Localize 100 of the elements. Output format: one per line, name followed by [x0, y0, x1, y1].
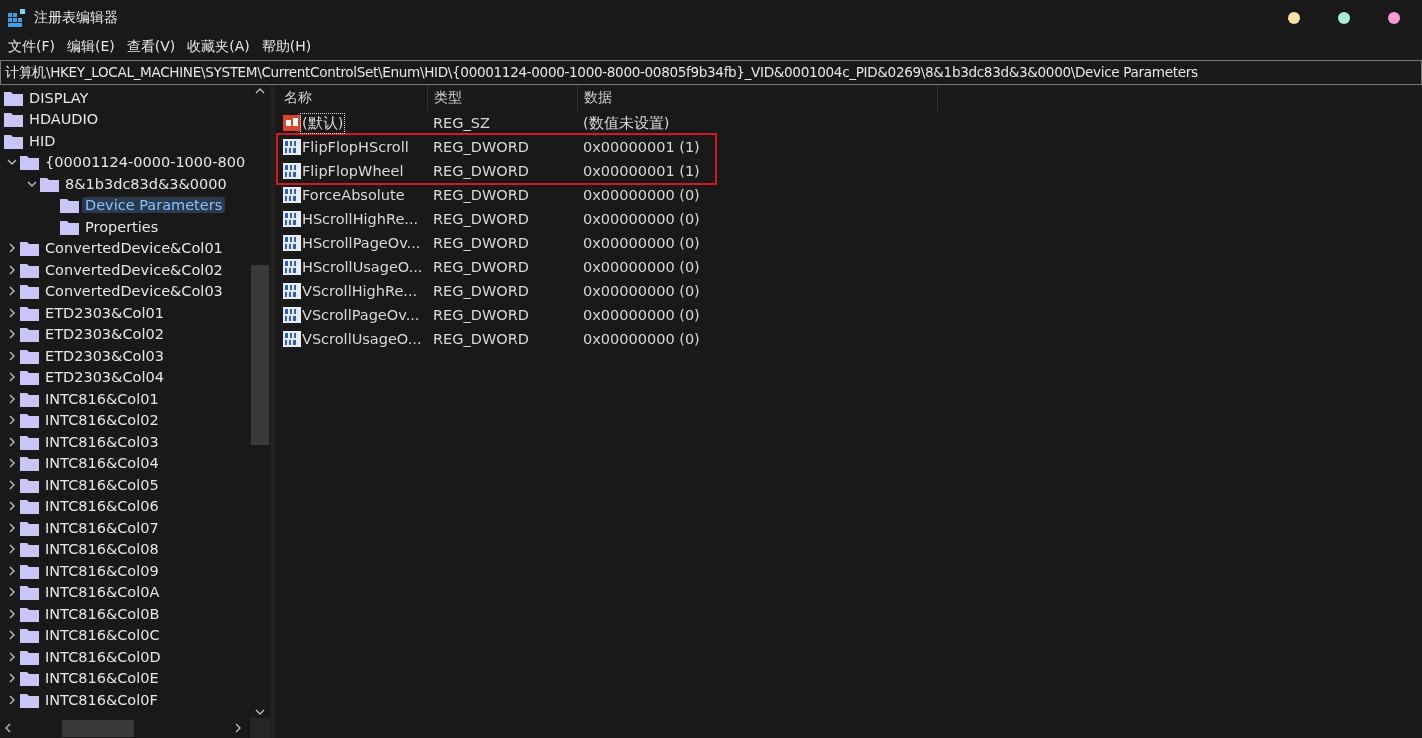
- value-data: (数值未设置): [583, 113, 671, 133]
- tree-item[interactable]: INTC816&Col0A: [42, 584, 163, 601]
- chevron-right-icon[interactable]: [7, 415, 17, 426]
- value-name[interactable]: FlipFlopWheel: [301, 163, 405, 179]
- chevron-right-icon[interactable]: [7, 436, 17, 447]
- column-header[interactable]: 名称: [278, 85, 428, 111]
- chevron-right-icon[interactable]: [7, 565, 17, 576]
- tree-item[interactable]: INTC816&Col0B: [42, 605, 163, 622]
- chevron-right-icon[interactable]: [7, 651, 17, 662]
- tree-item[interactable]: DISPLAY: [26, 89, 92, 106]
- tree-item[interactable]: INTC816&Col0E: [42, 670, 162, 687]
- tree-item[interactable]: INTC816&Col09: [42, 562, 162, 579]
- tree-item[interactable]: INTC816&Col03: [42, 433, 162, 450]
- tree-item[interactable]: ETD2303&Col02: [42, 326, 167, 343]
- menu-item[interactable]: 文件(F): [2, 37, 61, 56]
- window-control-dot[interactable]: [1388, 11, 1400, 24]
- chevron-right-icon[interactable]: [7, 608, 17, 619]
- chevron-right-icon[interactable]: [7, 243, 17, 254]
- chevron-right-icon[interactable]: [7, 587, 17, 598]
- tree-item[interactable]: {00001124-0000-1000-800: [42, 154, 249, 171]
- chevron-right-icon[interactable]: [7, 372, 17, 383]
- value-data: 0x00000001 (1): [583, 163, 701, 179]
- scroll-up-icon[interactable]: [255, 87, 265, 95]
- chevron-right-icon[interactable]: [7, 501, 17, 512]
- chevron-right-icon[interactable]: [7, 350, 17, 361]
- tree-item[interactable]: HID: [26, 132, 59, 149]
- folder-icon: [40, 175, 59, 192]
- chevron-right-icon[interactable]: [7, 307, 17, 318]
- tree-item[interactable]: ETD2303&Col04: [42, 369, 167, 386]
- value-name[interactable]: HScrollPageOv...: [301, 235, 422, 251]
- folder-icon: [20, 390, 39, 407]
- tree-item[interactable]: INTC816&Col01: [42, 390, 162, 407]
- chevron-right-icon[interactable]: [7, 694, 17, 705]
- chevron-right-icon[interactable]: [7, 264, 17, 275]
- menu-item[interactable]: 编辑(E): [61, 37, 121, 56]
- scrollbar-thumb[interactable]: [62, 719, 134, 737]
- value-name[interactable]: VScrollPageOv...: [301, 307, 421, 323]
- scrollbar-thumb[interactable]: [251, 265, 269, 445]
- chevron-right-icon[interactable]: [7, 630, 17, 641]
- tree-item[interactable]: 8&1b3dc83d&3&0000: [62, 175, 230, 192]
- folder-icon: [20, 283, 39, 300]
- tree-item[interactable]: ConvertedDevice&Col02: [42, 261, 226, 278]
- value-data: 0x00000000 (0): [583, 259, 701, 275]
- scroll-left-icon[interactable]: [4, 723, 12, 733]
- tree-item[interactable]: INTC816&Col04: [42, 455, 162, 472]
- tree-item[interactable]: INTC816&Col05: [42, 476, 162, 493]
- folder-icon: [60, 197, 79, 214]
- chevron-right-icon[interactable]: [7, 522, 17, 533]
- tree-item[interactable]: ETD2303&Col01: [42, 304, 167, 321]
- app-icon: [8, 8, 26, 27]
- scroll-down-icon[interactable]: [255, 708, 265, 716]
- tree-item[interactable]: INTC816&Col08: [42, 541, 162, 558]
- value-type: REG_DWORD: [433, 139, 530, 155]
- tree-item[interactable]: Device Parameters: [82, 197, 226, 214]
- folder-icon: [20, 154, 39, 171]
- scroll-right-icon[interactable]: [234, 723, 242, 733]
- window-title: 注册表编辑器: [34, 8, 119, 27]
- folder-icon: [20, 605, 39, 622]
- value-name[interactable]: FlipFlopHScroll: [301, 139, 410, 155]
- menu-item[interactable]: 查看(V): [120, 37, 182, 56]
- tree-item[interactable]: INTC816&Col06: [42, 498, 162, 515]
- window-control-dot[interactable]: [1288, 11, 1300, 24]
- value-name[interactable]: VScrollUsageO...: [301, 331, 423, 347]
- folder-icon: [20, 326, 39, 343]
- tree-item[interactable]: Properties: [82, 218, 162, 235]
- folder-icon: [20, 347, 39, 364]
- chevron-right-icon[interactable]: [7, 286, 17, 297]
- binary-value-icon: [283, 186, 301, 204]
- tree-item[interactable]: INTC816&Col02: [42, 412, 162, 429]
- folder-icon: [60, 218, 79, 235]
- tree-item[interactable]: ConvertedDevice&Col03: [42, 283, 226, 300]
- tree-item[interactable]: INTC816&Col07: [42, 519, 162, 536]
- value-data: 0x00000000 (0): [583, 283, 701, 299]
- folder-icon: [20, 369, 39, 386]
- chevron-right-icon[interactable]: [7, 479, 17, 490]
- tree-item[interactable]: INTC816&Col0F: [42, 691, 161, 708]
- binary-value-icon: [283, 306, 301, 324]
- column-header[interactable]: 类型: [428, 85, 578, 111]
- chevron-right-icon[interactable]: [7, 393, 17, 404]
- tree-item[interactable]: ConvertedDevice&Col01: [42, 240, 226, 257]
- chevron-right-icon[interactable]: [7, 458, 17, 469]
- menu-item[interactable]: 帮助(H): [255, 37, 318, 56]
- folder-icon: [20, 455, 39, 472]
- address-bar[interactable]: 计算机\HKEY_LOCAL_MACHINE\SYSTEM\CurrentControlSet\Enum\HID\{00001124-0000-1000-8000-00805f9b34fb}_VID&0001004c_PID&0269\8&1b3dc83d&3&0000\Device Parameters: [0, 60, 1422, 85]
- value-type: REG_DWORD: [433, 235, 530, 251]
- value-name[interactable]: (默认): [301, 113, 345, 133]
- window-control-dot[interactable]: [1338, 11, 1350, 24]
- value-name[interactable]: VScrollHighRe...: [301, 283, 419, 299]
- column-header[interactable]: 数据: [578, 85, 938, 111]
- menu-item[interactable]: 收藏夹(A): [181, 37, 256, 56]
- chevron-right-icon[interactable]: [7, 673, 17, 684]
- value-name[interactable]: HScrollUsageO...: [301, 259, 424, 275]
- tree-item[interactable]: HDAUDIO: [26, 111, 102, 128]
- tree-item[interactable]: INTC816&Col0C: [42, 627, 163, 644]
- tree-item[interactable]: ETD2303&Col03: [42, 347, 167, 364]
- chevron-right-icon[interactable]: [7, 544, 17, 555]
- tree-item[interactable]: INTC816&Col0D: [42, 648, 164, 665]
- value-name[interactable]: HScrollHighRe...: [301, 211, 420, 227]
- value-name[interactable]: ForceAbsolute: [301, 187, 406, 203]
- chevron-right-icon[interactable]: [7, 329, 17, 340]
